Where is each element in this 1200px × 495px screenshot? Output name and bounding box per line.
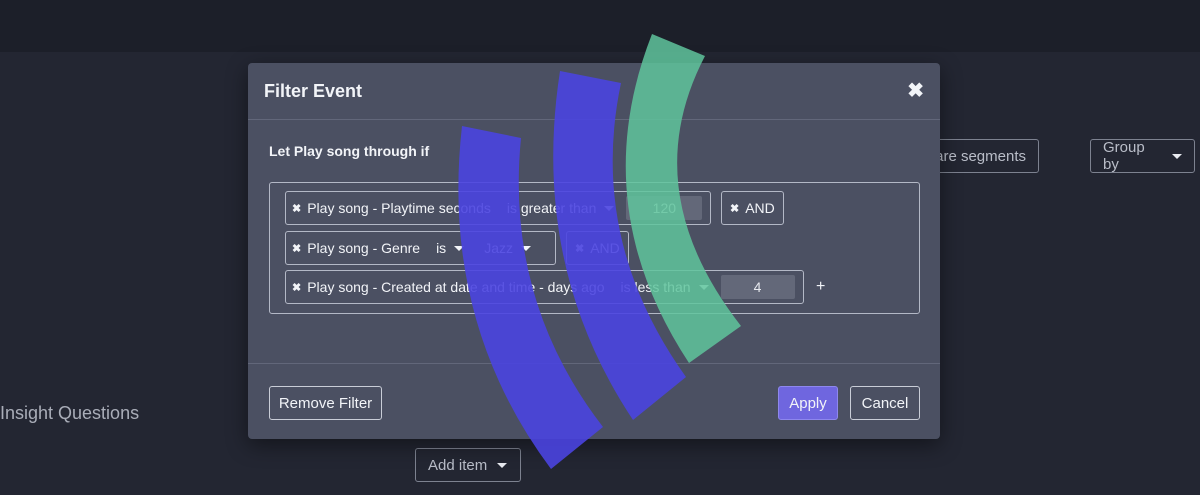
filter-rule: ✖ Play song - Playtime seconds is greate… [285,191,711,225]
chevron-down-icon [698,284,709,290]
close-icon[interactable]: ✖ [907,81,924,101]
value-input[interactable]: 4 [720,275,795,299]
filter-row: ✖ Play song - Playtime seconds is greate… [285,191,784,225]
top-navigation-bar [0,0,1200,52]
modal-footer: Remove Filter Apply Cancel [248,365,940,439]
insight-questions-heading: Insight Questions [0,403,140,423]
chevron-down-icon [454,245,465,251]
operator-label: is [436,240,447,256]
value-dropdown[interactable]: Jazz [484,240,531,256]
filter-rule: ✖ Play song - Genre is Jazz [285,231,556,265]
filter-rules-box: ✖ Play song - Playtime seconds is greate… [269,182,920,314]
chevron-down-icon [520,245,531,251]
chevron-down-icon [497,462,508,468]
filter-intro-text: Let Play song through if [269,143,430,159]
chevron-down-icon [1172,153,1182,159]
operator-label: is greater than [506,200,597,216]
operator-dropdown[interactable]: is [436,240,465,256]
modal-title: Filter Event [264,80,363,101]
chevron-down-icon [604,205,615,211]
add-item-label: Add item [428,456,488,474]
rule-property: Play song - Playtime seconds [307,200,491,216]
remove-rule-icon[interactable]: ✖ [292,281,301,294]
rule-property: Play song - Created at date and time - d… [307,279,605,295]
apply-button[interactable]: Apply [778,386,838,420]
remove-filter-button[interactable]: Remove Filter [269,386,382,420]
remove-connector-icon[interactable]: ✖ [575,242,584,255]
operator-label: is less than [620,279,691,295]
filter-event-modal: Filter Event ✖ Let Play song through if … [248,63,940,439]
group-by-label: Group by [1103,139,1145,173]
filter-row: ✖ Play song - Created at date and time -… [285,270,825,304]
group-by-dropdown[interactable]: Group by [1090,139,1195,173]
connector-label: AND [745,200,775,216]
value-input[interactable]: 120 [626,196,703,220]
connector-label: AND [590,240,620,256]
filter-rule: ✖ Play song - Created at date and time -… [285,270,804,304]
operator-dropdown[interactable]: is greater than [507,200,615,216]
filter-row: ✖ Play song - Genre is Jazz ✖ AND [285,231,629,265]
and-connector[interactable]: ✖ AND [721,191,784,225]
cancel-button[interactable]: Cancel [850,386,920,420]
modal-header: Filter Event ✖ [248,63,940,120]
compare-segments-label: are segments [935,147,1026,165]
operator-dropdown[interactable]: is less than [621,279,709,295]
rule-property: Play song - Genre [307,240,421,256]
add-rule-button[interactable]: + [816,278,825,296]
remove-rule-icon[interactable]: ✖ [292,242,301,255]
and-connector[interactable]: ✖ AND [566,231,629,265]
add-item-dropdown[interactable]: Add item [415,448,521,482]
value-label: Jazz [484,240,513,256]
remove-connector-icon[interactable]: ✖ [730,202,739,215]
remove-rule-icon[interactable]: ✖ [292,202,301,215]
